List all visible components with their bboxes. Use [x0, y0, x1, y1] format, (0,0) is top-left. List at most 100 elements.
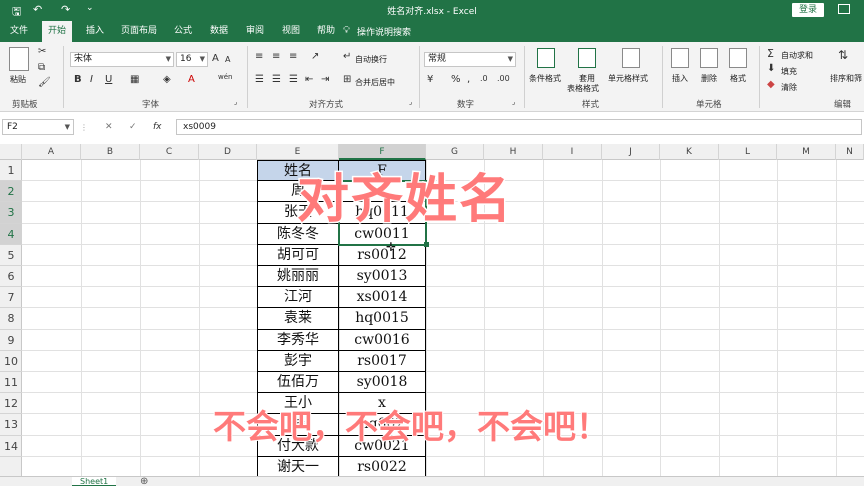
copy-icon[interactable]: ⧉: [38, 62, 45, 73]
format-cells-icon[interactable]: [729, 48, 747, 68]
align-left-icon[interactable]: ☰: [255, 74, 264, 85]
insert-cells-icon[interactable]: [671, 48, 689, 68]
delete-cells-icon[interactable]: [700, 48, 718, 68]
enter-icon[interactable]: ✓: [129, 119, 137, 135]
name-cell[interactable]: 姚丽丽: [257, 266, 339, 288]
fill-button[interactable]: 填充: [781, 66, 797, 77]
row-header[interactable]: 9: [0, 330, 22, 351]
tab-help[interactable]: 帮助: [317, 21, 335, 42]
code-cell[interactable]: rs0012: [339, 244, 426, 266]
row-header[interactable]: 3: [0, 202, 22, 224]
wrap-text-button[interactable]: 自动换行: [355, 54, 387, 65]
percent-button[interactable]: %: [451, 74, 461, 85]
code-cell[interactable]: xs0014: [339, 287, 426, 309]
row-header[interactable]: 4: [0, 223, 22, 245]
tab-file[interactable]: 文件: [10, 21, 28, 42]
column-header[interactable]: L: [719, 144, 777, 160]
tab-page-layout[interactable]: 页面布局: [121, 21, 157, 42]
column-header[interactable]: I: [543, 144, 602, 160]
clear-icon[interactable]: ◆: [767, 79, 775, 90]
tab-insert[interactable]: 插入: [86, 21, 104, 42]
dialog-launcher-icon[interactable]: ⌟: [409, 98, 412, 106]
fill-icon[interactable]: ⬇: [767, 63, 775, 74]
name-cell[interactable]: 彭宇: [257, 350, 339, 372]
align-right-icon[interactable]: ☰: [289, 74, 298, 85]
phonetic-icon[interactable]: wén: [218, 73, 232, 81]
orientation-icon[interactable]: ↗: [311, 51, 319, 62]
tab-view[interactable]: 视图: [282, 21, 300, 42]
clear-button[interactable]: 清除: [781, 82, 797, 93]
name-box[interactable]: F2 ▼: [2, 119, 74, 135]
row-header[interactable]: 10: [0, 351, 22, 372]
format-as-table-icon[interactable]: [578, 48, 596, 68]
sort-filter-icon[interactable]: ⇅: [838, 48, 848, 62]
increase-decimal-icon[interactable]: .0: [480, 74, 488, 83]
currency-icon[interactable]: ¥: [427, 74, 433, 85]
insert-function-icon[interactable]: fx: [153, 119, 162, 135]
insert-cells-button[interactable]: 插入: [672, 73, 688, 84]
row-header[interactable]: 8: [0, 308, 22, 330]
conditional-format-icon[interactable]: [537, 48, 555, 68]
name-cell[interactable]: 伍佰万: [257, 372, 339, 394]
align-center-icon[interactable]: ☰: [272, 74, 281, 85]
autosum-button[interactable]: 自动求和: [781, 50, 813, 61]
sheet-tab[interactable]: Sheet1: [72, 477, 117, 486]
tab-home[interactable]: 开始: [42, 21, 73, 42]
autosum-icon[interactable]: Σ: [767, 47, 774, 60]
column-header[interactable]: C: [140, 144, 199, 160]
middle-align-icon[interactable]: ≡: [272, 51, 280, 62]
column-header[interactable]: M: [777, 144, 836, 160]
tab-formulas[interactable]: 公式: [174, 21, 192, 42]
name-cell[interactable]: 胡可可: [257, 244, 339, 266]
borders-icon[interactable]: ▦: [130, 74, 139, 85]
column-header[interactable]: N: [836, 144, 864, 160]
comma-button[interactable]: ,: [467, 74, 470, 85]
name-cell[interactable]: 李秀华: [257, 329, 339, 351]
row-header[interactable]: 5: [0, 245, 22, 266]
cell-styles-button[interactable]: 单元格样式: [608, 73, 648, 84]
fill-handle[interactable]: [424, 241, 429, 247]
number-format-select[interactable]: 常规 ▼: [424, 52, 516, 67]
top-align-icon[interactable]: ≡: [255, 51, 263, 62]
code-cell[interactable]: rs0022: [339, 456, 426, 476]
name-cell[interactable]: 江河: [257, 287, 339, 309]
italic-button[interactable]: I: [90, 74, 93, 85]
cell-styles-icon[interactable]: [622, 48, 640, 68]
format-cells-button[interactable]: 格式: [730, 73, 746, 84]
wrap-text-icon[interactable]: ↵: [343, 51, 351, 62]
format-as-table-label-2[interactable]: 表格格式: [567, 83, 599, 94]
dialog-launcher-icon[interactable]: ⌟: [512, 98, 515, 106]
row-header[interactable]: 1: [0, 160, 22, 182]
font-size-select[interactable]: 16 ▼: [176, 52, 208, 67]
column-header[interactable]: B: [81, 144, 140, 160]
column-header[interactable]: A: [22, 144, 81, 160]
row-header[interactable]: 6: [0, 266, 22, 288]
increase-indent-icon[interactable]: ⇥: [321, 74, 329, 85]
code-cell[interactable]: sy0013: [339, 266, 426, 288]
bold-button[interactable]: B: [74, 74, 82, 85]
paste-icon[interactable]: [9, 47, 29, 71]
row-header[interactable]: 13: [0, 414, 22, 436]
column-header[interactable]: D: [199, 144, 257, 160]
delete-cells-button[interactable]: 删除: [701, 73, 717, 84]
sort-filter-button[interactable]: 排序和筛: [830, 73, 862, 84]
merge-icon[interactable]: ⊞: [343, 74, 351, 85]
underline-button[interactable]: U: [105, 74, 112, 85]
drag-handle-icon[interactable]: ⋮: [80, 123, 88, 132]
row-header[interactable]: 7: [0, 287, 22, 309]
code-cell[interactable]: sy0018: [339, 372, 426, 394]
bottom-align-icon[interactable]: ≡: [289, 51, 297, 62]
dialog-launcher-icon[interactable]: ⌟: [234, 98, 237, 106]
row-header[interactable]: 2: [0, 181, 22, 203]
decrease-decimal-icon[interactable]: .00: [497, 74, 510, 83]
tell-me-search[interactable]: 操作说明搜索: [357, 25, 411, 38]
font-color-icon[interactable]: A: [188, 74, 195, 85]
fill-color-icon[interactable]: ◈: [163, 74, 171, 85]
decrease-indent-icon[interactable]: ⇤: [305, 74, 313, 85]
formula-input[interactable]: xs0009: [176, 119, 862, 135]
font-name-select[interactable]: 宋体 ▼: [70, 52, 174, 67]
ribbon-display-icon[interactable]: [838, 4, 850, 14]
row-header[interactable]: 12: [0, 393, 22, 415]
row-header[interactable]: 11: [0, 372, 22, 394]
conditional-format-button[interactable]: 条件格式: [529, 73, 561, 84]
